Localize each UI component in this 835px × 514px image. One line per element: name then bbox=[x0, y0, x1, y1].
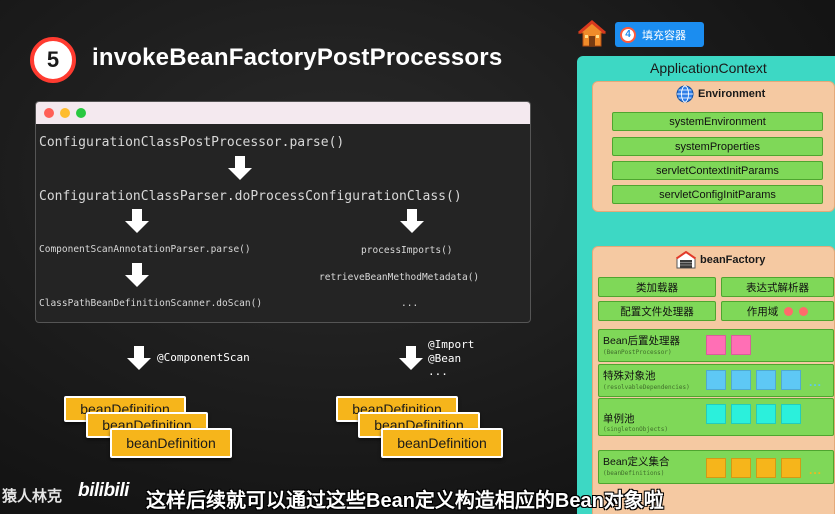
close-dot-icon[interactable] bbox=[44, 108, 54, 118]
application-context-title: ApplicationContext bbox=[650, 60, 767, 76]
env-item-system-environment: systemEnvironment bbox=[612, 112, 823, 131]
row-sublabel: (beanDefinitions) bbox=[603, 470, 665, 477]
singleton-slot bbox=[706, 404, 726, 424]
row-label: 单例池 bbox=[603, 413, 635, 425]
video-subtitle: 这样后续就可以通过这些Bean定义构造相应的Bean对象啦 bbox=[146, 490, 664, 512]
scope-dot-icon bbox=[784, 306, 794, 316]
special-object-slot bbox=[731, 370, 751, 390]
singleton-slot bbox=[731, 404, 751, 424]
more-indicator: ... bbox=[809, 463, 823, 477]
down-arrow-icon bbox=[399, 346, 423, 370]
down-arrow-icon bbox=[228, 156, 252, 180]
step-badge-number: 4 bbox=[620, 26, 636, 43]
down-arrow-icon bbox=[125, 263, 149, 287]
singleton-pool-row: 单例池 (singletonObjects) bbox=[598, 398, 834, 436]
maximize-dot-icon[interactable] bbox=[76, 108, 86, 118]
bean-definition-map-row: Bean定义集合 (beanDefinitions) ... bbox=[598, 450, 834, 484]
row-label: Bean后置处理器 bbox=[603, 335, 681, 347]
singleton-slot bbox=[781, 404, 801, 424]
down-arrow-icon bbox=[400, 209, 424, 233]
code-line-parse: ConfigurationClassPostProcessor.parse() bbox=[39, 135, 345, 150]
bean-definition-card: beanDefinition bbox=[381, 428, 503, 458]
down-arrow-icon bbox=[125, 209, 149, 233]
annotation-bean: @Bean bbox=[428, 352, 462, 365]
special-object-slot bbox=[706, 370, 726, 390]
more-indicator: ... bbox=[809, 375, 823, 389]
annotation-ellipsis: ... bbox=[428, 365, 448, 378]
bean-definition-slot bbox=[731, 458, 751, 478]
env-item-system-properties: systemProperties bbox=[612, 137, 823, 156]
annotation-component-scan: @ComponentScan bbox=[157, 351, 250, 364]
annotation-import: @Import bbox=[428, 338, 475, 351]
environment-title: Environment bbox=[698, 88, 766, 100]
bean-definition-slot bbox=[756, 458, 776, 478]
processor-slot bbox=[706, 335, 726, 355]
config-file-processor-box: 配置文件处理器 bbox=[598, 301, 716, 321]
step-badge-fill-container: 4 填充容器 bbox=[615, 22, 704, 47]
author-watermark: 猿人林克 bbox=[2, 488, 63, 505]
step-badge-label: 填充容器 bbox=[642, 29, 686, 42]
class-loader-box: 类加载器 bbox=[598, 277, 716, 297]
row-sublabel: (resolvableDependencies) bbox=[603, 384, 690, 391]
bilibili-logo: bilibili bbox=[78, 480, 129, 501]
code-line-process-config: ConfigurationClassParser.doProcessConfig… bbox=[39, 189, 462, 204]
row-sublabel: (BeanPostProcessor) bbox=[603, 349, 672, 356]
expression-resolver-box: 表达式解析器 bbox=[721, 277, 834, 297]
scope-label: 作用域 bbox=[746, 305, 779, 318]
row-label: Bean定义集合 bbox=[603, 456, 670, 468]
code-ellipsis: ... bbox=[401, 298, 419, 309]
bean-definition-slot bbox=[781, 458, 801, 478]
code-classpath-scanner: ClassPathBeanDefinitionScanner.doScan() bbox=[39, 298, 263, 309]
factory-icon bbox=[676, 251, 696, 269]
bean-factory-title: beanFactory bbox=[700, 254, 766, 266]
code-process-imports: processImports() bbox=[361, 245, 453, 256]
singleton-slot bbox=[756, 404, 776, 424]
bean-definition-slot bbox=[706, 458, 726, 478]
code-component-scan-parse: ComponentScanAnnotationParser.parse() bbox=[39, 244, 251, 255]
bean-definition-card: beanDefinition bbox=[110, 428, 232, 458]
step-title: invokeBeanFactoryPostProcessors bbox=[92, 44, 503, 71]
scope-box: 作用域 bbox=[721, 301, 834, 321]
minimize-dot-icon[interactable] bbox=[60, 108, 70, 118]
special-object-slot bbox=[781, 370, 801, 390]
globe-icon bbox=[676, 85, 694, 103]
special-object-pool-row: 特殊对象池 (resolvableDependencies) ... bbox=[598, 364, 834, 397]
step-number-badge: 5 bbox=[30, 37, 76, 83]
env-item-servlet-context-init-params: servletContextInitParams bbox=[612, 161, 823, 180]
row-sublabel: (singletonObjects) bbox=[603, 426, 669, 433]
environment-header: Environment bbox=[676, 85, 765, 103]
down-arrow-icon bbox=[127, 346, 151, 370]
row-label: 特殊对象池 bbox=[603, 370, 656, 382]
processor-slot bbox=[731, 335, 751, 355]
special-object-slot bbox=[756, 370, 776, 390]
scope-dot-icon bbox=[799, 306, 809, 316]
window-titlebar bbox=[36, 102, 530, 124]
bean-post-processor-row: Bean后置处理器 (BeanPostProcessor) bbox=[598, 329, 834, 362]
bean-factory-header: beanFactory bbox=[676, 251, 765, 269]
home-icon bbox=[578, 20, 606, 47]
code-retrieve-bean-method: retrieveBeanMethodMetadata() bbox=[319, 272, 480, 283]
env-item-servlet-config-init-params: servletConfigInitParams bbox=[612, 185, 823, 204]
